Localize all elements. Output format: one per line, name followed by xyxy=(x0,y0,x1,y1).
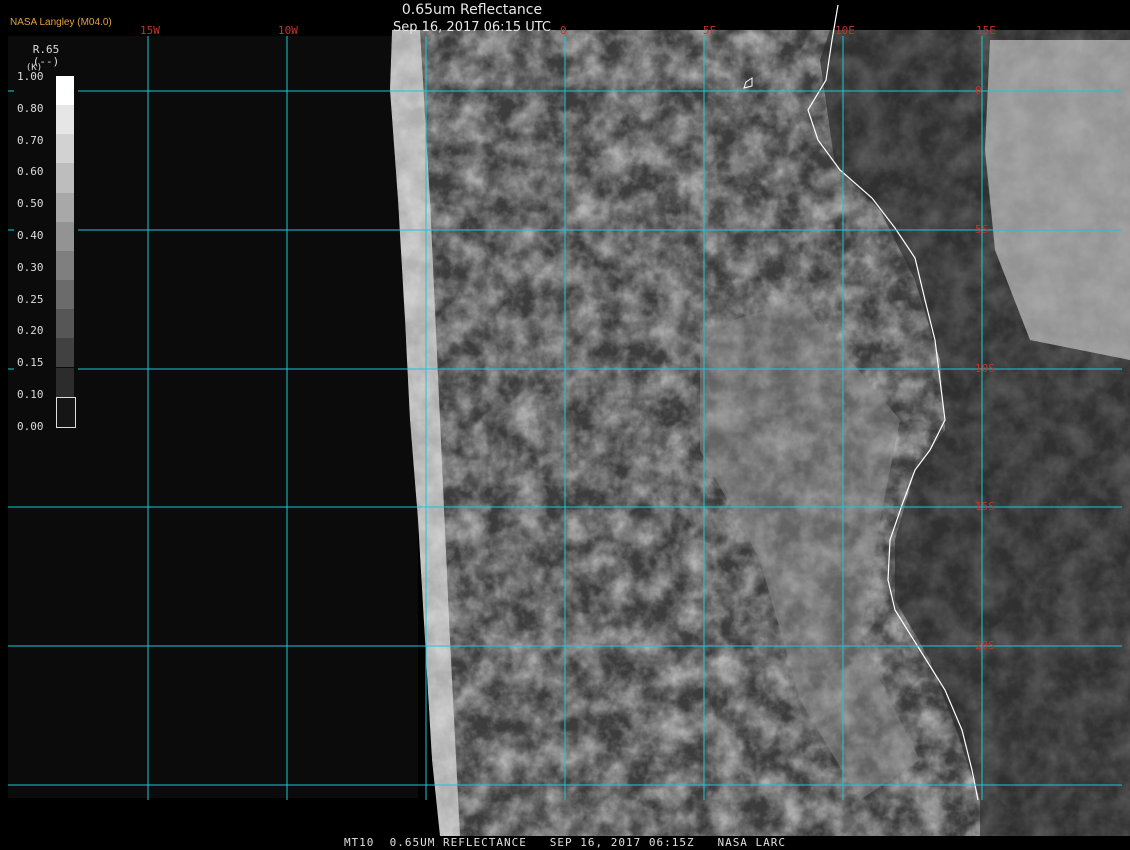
legend-swatch xyxy=(56,105,74,135)
credit-label: NASA Langley (M04.0) xyxy=(10,17,112,28)
legend-swatch xyxy=(56,134,74,164)
legend-tick-label: 0.50 xyxy=(17,197,44,211)
legend-swatch xyxy=(56,309,74,339)
lon-label-15e: 15E xyxy=(976,24,996,37)
lat-label-0: 0 xyxy=(975,84,982,97)
lon-label-0: 0 xyxy=(560,24,567,37)
satellite-image xyxy=(0,0,1130,850)
color-legend: R.65 (--) (K) 1.00 0.80 0.70 0.60 0.50 0.40 0.… xyxy=(14,41,78,441)
footer-caption: MT10 0.65UM REFLECTANCE SEP 16, 2017 06:… xyxy=(343,836,787,849)
lat-label-15s: 15S xyxy=(975,500,995,513)
legend-tick-label: 0.00 xyxy=(17,419,44,433)
legend-tick-label: 0.10 xyxy=(17,388,44,401)
legend-tick-label: 0.40 xyxy=(17,229,44,242)
legend-swatch xyxy=(56,76,74,106)
legend-swatch xyxy=(56,163,74,193)
legend-tick-label: 0.80 xyxy=(17,101,44,115)
legend-tick-label: 0.30 xyxy=(17,260,44,274)
image-title: 0.65um Reflectance xyxy=(401,2,543,18)
lon-label-10w: 10W xyxy=(278,24,298,37)
legend-tick-label: 1.00 xyxy=(17,70,44,83)
legend-swatch xyxy=(56,221,74,251)
legend-swatch xyxy=(56,280,74,310)
lat-label-20s: 20S xyxy=(975,639,995,652)
lat-label-10s: 10S xyxy=(975,362,995,375)
image-datetime: Sep 16, 2017 06:15 UTC xyxy=(392,20,552,35)
legend-tick-label: 0.20 xyxy=(17,324,44,338)
legend-swatch xyxy=(56,396,76,428)
legend-swatch xyxy=(56,250,74,281)
legend-tick-label: 0.25 xyxy=(17,292,44,306)
lon-label-10e: 10E xyxy=(835,24,855,37)
lon-label-5e: 5E xyxy=(703,24,717,37)
legend-swatch xyxy=(56,367,74,397)
legend-tick-label: 0.70 xyxy=(17,133,44,147)
earth-disk xyxy=(390,30,1130,836)
legend-tick-label: 0.60 xyxy=(17,165,44,179)
legend-swatch xyxy=(56,192,74,222)
legend-tick-label: 0.15 xyxy=(17,356,44,370)
legend-swatch xyxy=(56,338,74,368)
lon-label-15w: 15W xyxy=(140,24,160,37)
lat-label-5s: 5S xyxy=(975,223,989,236)
